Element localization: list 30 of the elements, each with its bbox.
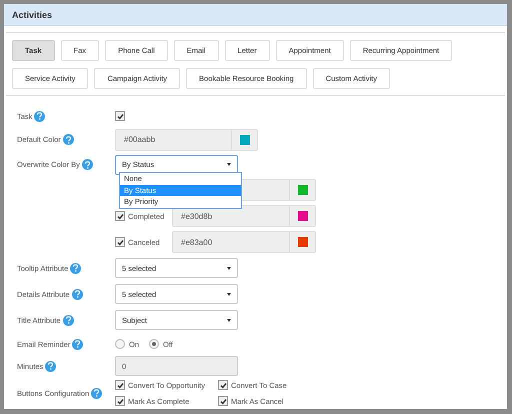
help-icon[interactable] bbox=[70, 262, 82, 274]
caret-icon bbox=[227, 292, 231, 296]
help-icon[interactable] bbox=[45, 360, 56, 372]
help-icon[interactable] bbox=[62, 134, 74, 145]
radio-button[interactable] bbox=[115, 339, 125, 349]
panel-title: Activities bbox=[4, 4, 507, 26]
checkbox[interactable] bbox=[115, 211, 125, 221]
help-icon[interactable] bbox=[62, 314, 74, 326]
help-icon[interactable] bbox=[91, 388, 102, 398]
caret-icon bbox=[227, 266, 231, 270]
checkbox[interactable] bbox=[218, 396, 228, 406]
checkbox[interactable] bbox=[115, 396, 125, 406]
radio-button[interactable] bbox=[149, 339, 160, 349]
checkbox[interactable] bbox=[218, 380, 228, 390]
checkbox[interactable] bbox=[115, 237, 125, 247]
color-swatch[interactable] bbox=[298, 237, 308, 247]
help-icon[interactable] bbox=[82, 159, 93, 170]
caret-icon bbox=[227, 318, 231, 322]
color-field[interactable]: #00aabb bbox=[115, 128, 258, 150]
caret-icon bbox=[227, 163, 231, 166]
help-icon[interactable] bbox=[72, 338, 84, 350]
color-swatch[interactable] bbox=[298, 185, 308, 195]
color-field[interactable]: #e83a00 bbox=[172, 231, 316, 253]
checkbox[interactable] bbox=[115, 111, 125, 121]
color-field[interactable]: #e30d8b bbox=[172, 205, 316, 227]
checkbox[interactable] bbox=[115, 380, 125, 390]
color-swatch[interactable] bbox=[298, 211, 308, 221]
help-icon[interactable] bbox=[72, 288, 83, 300]
help-icon[interactable] bbox=[34, 110, 46, 122]
color-swatch[interactable] bbox=[240, 134, 250, 144]
